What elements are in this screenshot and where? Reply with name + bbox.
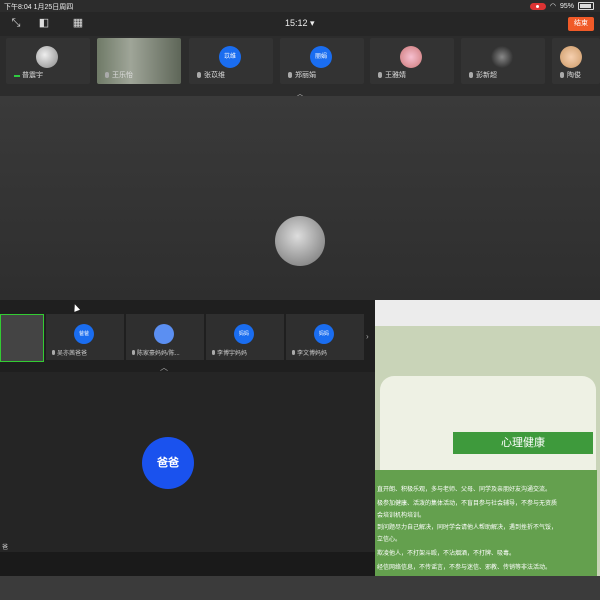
avatar [491,46,513,68]
recording-indicator [529,2,546,10]
minimize-icon[interactable]: ⤡ [10,17,22,29]
avatar [36,46,58,68]
status-time: 下午8:04 1月25日周四 [4,4,74,11]
battery-percent: 95% [559,2,574,10]
avatar [400,46,422,68]
avatar: 爸爸 [74,324,94,344]
participant-name: 李博宇妈妈 [217,351,248,357]
avatar [560,46,582,68]
inner-bottom-bar: 爸 [0,545,375,576]
mic-icon [469,72,473,78]
meeting-clock[interactable]: 15:12 ▾ [285,18,315,29]
participant-tile[interactable]: 陈家豪妈妈/陈... [126,314,204,360]
participant-name: 陶俊 [567,72,581,79]
participant-tile[interactable]: 妈妈 李文博妈妈 [286,314,364,360]
avatar: 妈妈 [234,324,254,344]
slide-line: 到问题尽力自己解决，同时学会请他人帮助解决，遇到挫折不气馁， [377,525,558,531]
participant-name: 吴亦茜爸爸 [57,351,88,357]
mic-icon [132,350,135,355]
inner-speaker-avatar: 爸爸 [142,437,194,489]
meeting-top-bar: ⤡ ◧ ▦ 15:12 ▾ 结束 [0,12,600,36]
participant-tile[interactable]: 陶俊 [552,38,600,84]
participant-tile[interactable] [0,314,44,362]
participant-tile[interactable]: 普震宇 [6,38,90,84]
slide-line: 经信网络信息，不传谣言，不参与迷信、邪教、传销等非法活动。 [377,565,552,571]
main-video-area [0,96,600,300]
status-bar: 下午8:04 1月25日周四 ◠ 95% [0,0,600,12]
avatar: 苡维 [219,46,241,68]
slide-line: 欺凌他人，不打架斗殴，不沾烟酒，不打牌、吸毒。 [377,551,516,557]
battery-icon [578,2,594,10]
participant-tile[interactable]: 王雅婧 [370,38,454,84]
active-speaker-avatar [275,216,325,266]
mic-icon [288,72,292,78]
participant-tile[interactable]: 妈妈 李博宇妈妈 [206,314,284,360]
mic-icon [197,72,201,78]
participant-name: 王乐怡 [112,72,133,79]
slide-line: 立信心。 [377,537,402,543]
mic-icon [105,72,109,78]
participant-tile[interactable]: 苡维 张苡维 [189,38,273,84]
participant-name: 彭新超 [476,72,497,79]
slide-line: 直开朗、积极乐观，多与老师、父母、同学及亲朋好友沟通交流。 [377,487,552,493]
mic-icon [212,350,215,355]
mic-icon [560,72,564,78]
grid-icon[interactable]: ▦ [72,17,84,29]
end-meeting-button[interactable]: 结束 [568,17,594,31]
inner-name-tag: 爸 [2,545,9,551]
document-toolbar [375,300,600,326]
mic-icon [292,350,295,355]
user-icon [154,324,174,344]
wifi-icon: ◠ [549,3,556,10]
slide-line: 极参加健康、活泼的集体活动，不盲目参与社会辅导，不参与无资质 [377,501,558,507]
participant-name: 王雅婧 [385,72,406,79]
mic-icon [378,72,382,78]
participant-name: 郑丽娟 [295,72,316,79]
avatar: 丽娟 [310,46,332,68]
participant-name: 陈家豪妈妈/陈... [137,351,180,357]
participant-name: 普震宇 [22,72,43,79]
participant-tile[interactable]: 彭新超 [461,38,545,84]
avatar: 妈妈 [314,324,334,344]
mic-icon [52,350,55,355]
participant-tile[interactable]: 爸爸 吴亦茜爸爸 [46,314,124,360]
inner-participant-strip: 爸爸 吴亦茜爸爸 陈家豪妈妈/陈... 妈妈 李博宇妈妈 妈妈 李文博妈妈 › [0,314,375,362]
slide-line: 会培训机构培训。 [377,513,426,519]
layout-icon[interactable]: ◧ [38,17,50,29]
signal-icon [14,69,20,77]
slide-title: 心理健康 [453,432,593,454]
participant-tile[interactable]: 王乐怡 [97,38,181,84]
participant-strip: 普震宇 王乐怡 苡维 张苡维 丽娟 郑丽娟 王雅婧 彭新超 陶俊 [6,38,600,86]
chevron-right-icon[interactable]: › [366,332,369,341]
shared-screen-meeting-window: 爸爸 吴亦茜爸爸 陈家豪妈妈/陈... 妈妈 李博宇妈妈 妈妈 李文博妈妈 › … [0,300,375,576]
participant-name: 李文博妈妈 [297,351,328,357]
participant-tile[interactable]: 丽娟 郑丽娟 [280,38,364,84]
bottom-strip [0,576,600,600]
participant-name: 张苡维 [204,72,225,79]
